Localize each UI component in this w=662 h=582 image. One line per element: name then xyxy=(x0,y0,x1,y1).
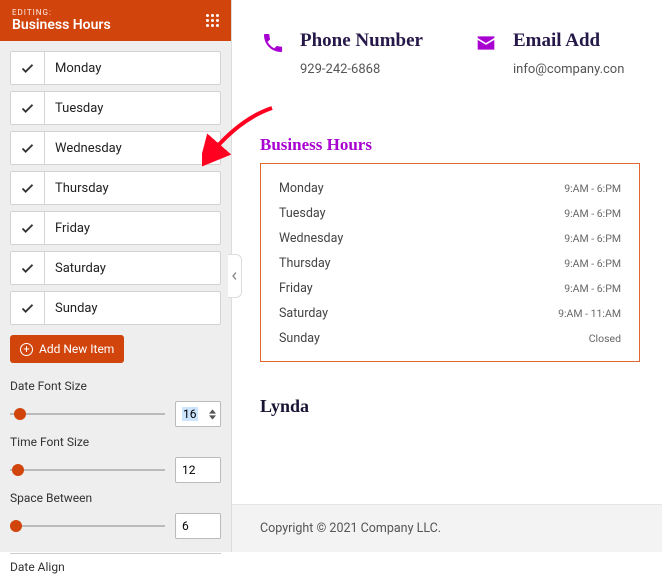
preview-pane: Phone Number 929-242-6868 Email Add info… xyxy=(232,0,662,552)
date-font-size-slider[interactable] xyxy=(10,407,165,421)
stepper-down-icon[interactable] xyxy=(209,415,216,420)
email-value: info@company.con xyxy=(513,62,624,77)
sidebar: EDITING: Business Hours Monday Tuesday W… xyxy=(0,0,232,552)
day-label: Thursday xyxy=(45,181,109,196)
add-btn-label: Add New Item xyxy=(39,342,114,356)
phone-value: 929-242-6868 xyxy=(300,62,423,77)
check-icon xyxy=(11,252,45,284)
day-label: Sunday xyxy=(45,301,98,316)
collapse-handle[interactable] xyxy=(228,254,242,298)
check-icon xyxy=(11,92,45,124)
plus-icon: + xyxy=(20,343,33,356)
date-align-label: Date Align xyxy=(10,560,221,574)
day-label: Saturday xyxy=(45,261,106,276)
day-item-monday[interactable]: Monday xyxy=(10,51,221,85)
panel-title: Business Hours xyxy=(12,17,111,33)
day-list: Monday Tuesday Wednesday Thursday Friday… xyxy=(0,41,231,331)
table-row: Tuesday9:AM - 6:PM xyxy=(279,201,621,226)
phone-icon xyxy=(260,30,286,56)
date-font-size-input[interactable]: 16 xyxy=(175,401,221,427)
table-row: Wednesday9:AM - 6:PM xyxy=(279,226,621,251)
check-icon xyxy=(11,172,45,204)
email-icon xyxy=(473,30,499,56)
day-label: Friday xyxy=(45,221,90,236)
day-item-saturday[interactable]: Saturday xyxy=(10,251,221,285)
day-label: Tuesday xyxy=(45,101,103,116)
date-font-size-label: Date Font Size xyxy=(10,379,221,393)
table-row: SundayClosed xyxy=(279,326,621,351)
check-icon xyxy=(11,292,45,324)
table-row: Monday9:AM - 6:PM xyxy=(279,176,621,201)
divider xyxy=(10,553,221,554)
date-font-size-value: 16 xyxy=(182,407,198,421)
day-label: Monday xyxy=(45,61,101,76)
phone-block: Phone Number 929-242-6868 xyxy=(260,30,423,77)
email-heading: Email Add xyxy=(513,30,624,52)
stepper-up-icon[interactable] xyxy=(209,409,216,414)
time-font-size-slider[interactable] xyxy=(10,463,165,477)
space-between-label: Space Between xyxy=(10,491,221,505)
business-hours-heading: Business Hours xyxy=(260,135,662,155)
space-between-input[interactable]: 6 xyxy=(175,513,221,539)
table-row: Thursday9:AM - 6:PM xyxy=(279,251,621,276)
space-between-slider[interactable] xyxy=(10,519,165,533)
sidebar-header: EDITING: Business Hours xyxy=(0,0,231,41)
footer-copyright: Copyright © 2021 Company LLC. xyxy=(232,504,662,552)
check-icon xyxy=(11,132,45,164)
time-font-size-label: Time Font Size xyxy=(10,435,221,449)
day-item-wednesday[interactable]: Wednesday xyxy=(10,131,221,165)
grid-icon[interactable] xyxy=(206,14,219,27)
check-icon xyxy=(11,212,45,244)
day-item-friday[interactable]: Friday xyxy=(10,211,221,245)
phone-heading: Phone Number xyxy=(300,30,423,52)
author-name: Lynda xyxy=(260,396,662,417)
table-row: Friday9:AM - 6:PM xyxy=(279,276,621,301)
time-font-size-input[interactable]: 12 xyxy=(175,457,221,483)
editing-label: EDITING: xyxy=(12,8,111,17)
add-new-item-button[interactable]: + Add New Item xyxy=(10,335,124,363)
space-between-value: 6 xyxy=(182,519,189,533)
check-icon xyxy=(11,52,45,84)
email-block: Email Add info@company.con xyxy=(473,30,624,77)
day-item-tuesday[interactable]: Tuesday xyxy=(10,91,221,125)
business-hours-box[interactable]: Monday9:AM - 6:PM Tuesday9:AM - 6:PM Wed… xyxy=(260,163,640,362)
day-item-thursday[interactable]: Thursday xyxy=(10,171,221,205)
day-label: Wednesday xyxy=(45,141,122,156)
table-row: Saturday9:AM - 11:AM xyxy=(279,301,621,326)
time-font-size-value: 12 xyxy=(182,463,196,477)
day-item-sunday[interactable]: Sunday xyxy=(10,291,221,325)
